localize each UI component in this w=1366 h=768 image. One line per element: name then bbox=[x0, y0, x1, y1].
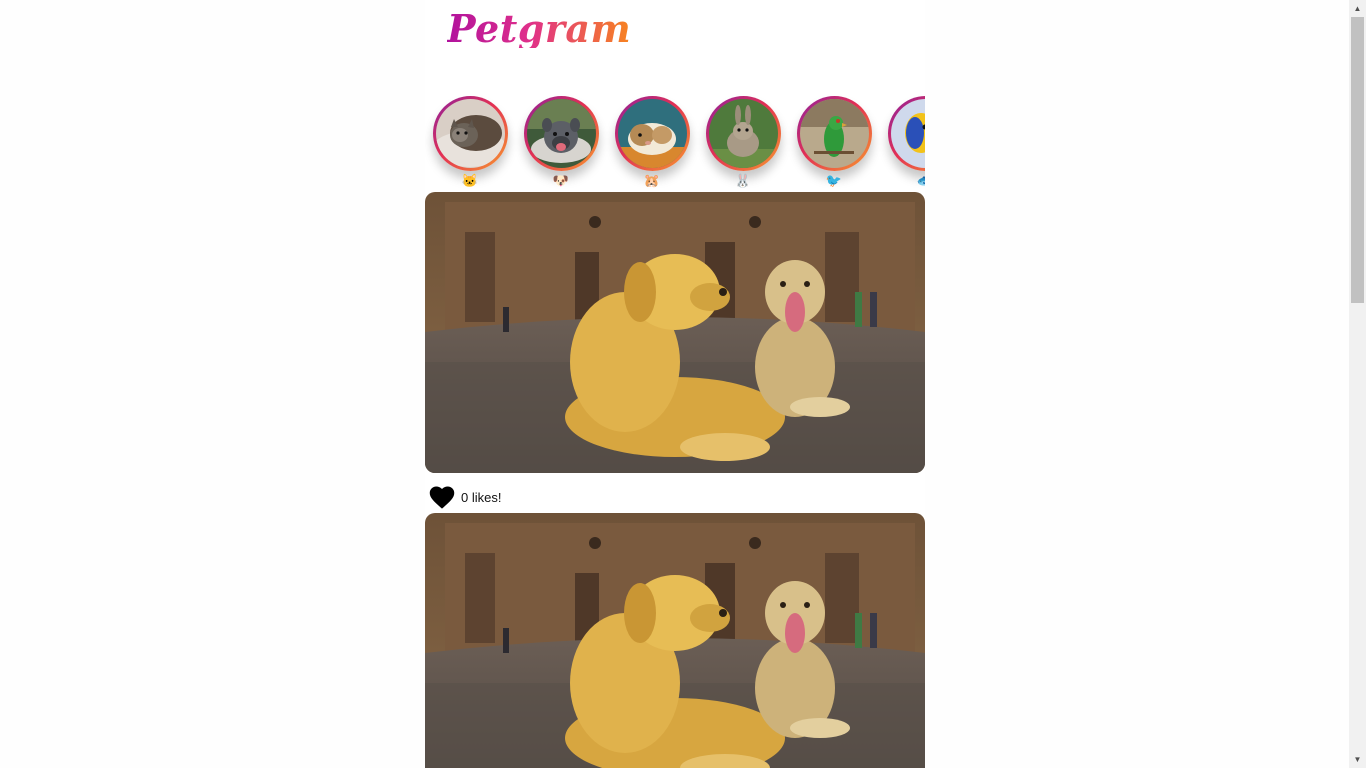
category-hamsters[interactable]: 🐹 bbox=[612, 93, 692, 192]
viewport: Petgram 🐱 🐶 🐹 🐰 🐦 0 likes! ▲ ▼ bbox=[0, 0, 1366, 768]
category-fish[interactable]: 🐟 bbox=[885, 93, 925, 192]
category-ring bbox=[433, 96, 508, 171]
scroll-thumb[interactable] bbox=[1351, 17, 1364, 303]
category-cats[interactable]: 🐱 bbox=[430, 93, 510, 192]
likes-count: 0 likes! bbox=[461, 489, 502, 505]
fish-photo bbox=[891, 99, 925, 168]
category-emoji: 🐰 bbox=[734, 173, 752, 188]
cat-photo bbox=[436, 99, 505, 168]
photo-card: 0 likes! bbox=[425, 192, 925, 509]
photo-card bbox=[425, 513, 925, 768]
scroll-up-arrow-icon[interactable]: ▲ bbox=[1349, 0, 1366, 17]
category-emoji: 🐱 bbox=[461, 173, 479, 188]
category-ring bbox=[706, 96, 781, 171]
category-ring bbox=[797, 96, 872, 171]
category-emoji: 🐶 bbox=[552, 173, 570, 188]
two-dogs-plaza-photo[interactable] bbox=[425, 513, 925, 768]
category-emoji: 🐦 bbox=[825, 173, 843, 188]
category-list: 🐱 🐶 🐹 🐰 🐦 bbox=[425, 93, 925, 192]
bird-photo bbox=[800, 99, 869, 168]
vertical-scrollbar[interactable]: ▲ ▼ bbox=[1349, 0, 1366, 768]
rabbit-photo bbox=[709, 99, 778, 168]
category-ring bbox=[524, 96, 599, 171]
category-dogs[interactable]: 🐶 bbox=[521, 93, 601, 192]
app-logo[interactable]: Petgram bbox=[447, 10, 631, 48]
category-rabbits[interactable]: 🐰 bbox=[703, 93, 783, 192]
like-row: 0 likes! bbox=[427, 482, 501, 512]
category-emoji: 🐹 bbox=[643, 173, 661, 188]
dog-photo bbox=[527, 99, 596, 168]
heart-icon[interactable] bbox=[427, 482, 457, 512]
category-emoji: 🐟 bbox=[885, 173, 925, 189]
category-ring bbox=[615, 96, 690, 171]
scroll-down-arrow-icon[interactable]: ▼ bbox=[1349, 751, 1366, 768]
category-ring bbox=[888, 96, 925, 171]
hamster-photo bbox=[618, 99, 687, 168]
two-dogs-plaza-photo[interactable] bbox=[425, 192, 925, 473]
petgram-app: Petgram 🐱 🐶 🐹 🐰 🐦 0 likes! bbox=[425, 0, 925, 768]
category-birds[interactable]: 🐦 bbox=[794, 93, 874, 192]
